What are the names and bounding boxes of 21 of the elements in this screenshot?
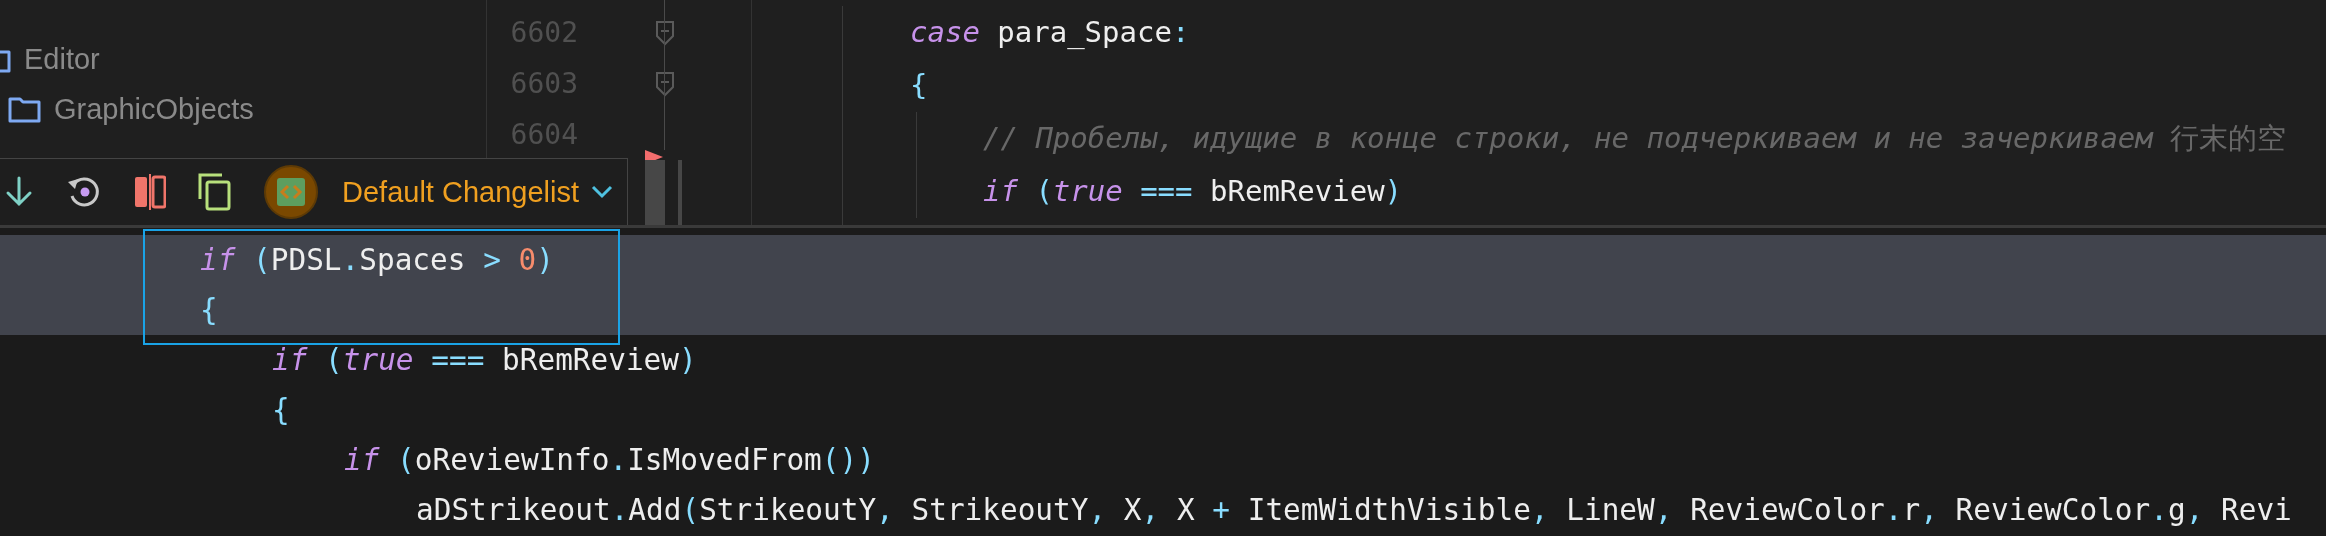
down-arrow-icon[interactable] <box>4 176 34 208</box>
code-line: case para_Space: <box>910 14 1191 51</box>
code-line: // Пробелы, идущие в конце строки, не подчеркиваем и не зачеркиваем 行末的空 <box>983 120 2288 157</box>
scroll-marker <box>678 160 682 225</box>
copy-icon[interactable] <box>198 173 232 211</box>
code-line: if (true === bRemReview) <box>983 173 1404 210</box>
change-marker-icon[interactable] <box>645 150 665 225</box>
code-line: { <box>910 67 929 104</box>
code-line: { <box>272 392 291 429</box>
changelist-dropdown[interactable]: Default Changelist <box>342 175 613 209</box>
diff-icon[interactable] <box>134 173 166 211</box>
code-line: if (oReviewInfo.IsMovedFrom()) <box>344 442 876 479</box>
tree-item[interactable]: GraphicObjects <box>54 92 254 126</box>
folder-icon <box>8 95 42 123</box>
fold-icon[interactable] <box>655 70 675 97</box>
chevron-down-icon <box>591 185 613 199</box>
code-line: if (true === bRemReview) <box>272 342 698 379</box>
code-line: aDStrikeout.Add(StrikeoutY, StrikeoutY, X, X + ItemWidthVisible, LineW, ReviewColor.r, ReviewColor.g, Revi <box>416 492 2293 529</box>
tree-item[interactable]: Editor <box>24 42 100 76</box>
fold-icon[interactable] <box>655 19 675 46</box>
code-icon[interactable] <box>264 165 318 219</box>
